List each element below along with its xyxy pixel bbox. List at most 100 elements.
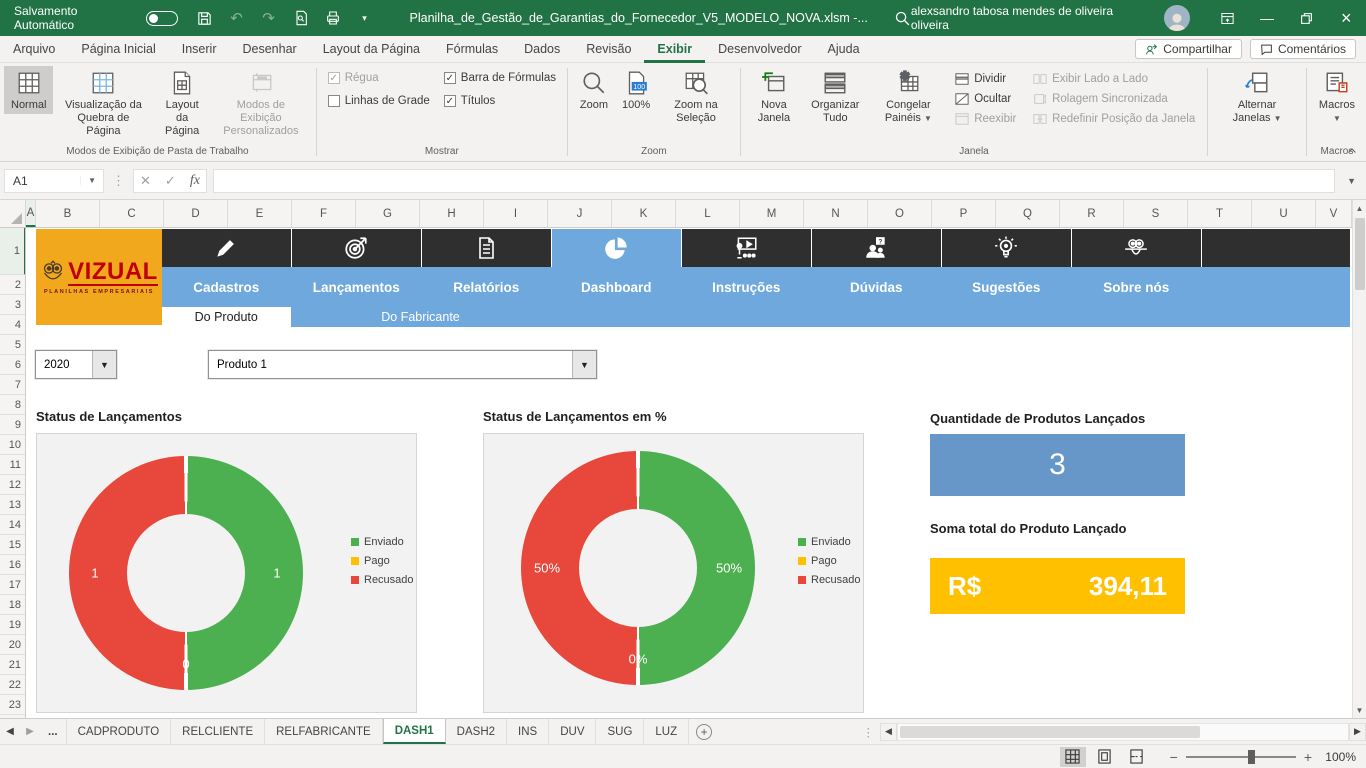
page-break-preview-button[interactable]: Visualização da Quebra de Página	[53, 66, 153, 140]
sheet-tab-cadproduto[interactable]: CADPRODUTO	[67, 719, 172, 744]
confirm-entry-icon[interactable]: ✓	[165, 173, 176, 189]
formula-bar-checkbox[interactable]: Barra de Fórmulas	[443, 72, 556, 84]
row-header-20[interactable]: 20	[0, 635, 25, 655]
tab-inserir[interactable]: Inserir	[169, 36, 230, 63]
headings-checkbox[interactable]: Títulos	[443, 95, 556, 107]
qat-customize-icon[interactable]: ▾	[356, 9, 374, 27]
row-header-16[interactable]: 16	[0, 555, 25, 575]
row-header-2[interactable]: 2	[0, 275, 25, 295]
tab-formulas[interactable]: Fórmulas	[433, 36, 511, 63]
subtab-do-fabricante[interactable]: Do Fabricante	[291, 307, 551, 327]
column-header-R[interactable]: R	[1060, 200, 1124, 227]
row-header-19[interactable]: 19	[0, 615, 25, 635]
column-header-D[interactable]: D	[164, 200, 228, 227]
page-break-status-icon[interactable]	[1124, 747, 1150, 767]
year-dropdown[interactable]: 2020 ▼	[35, 350, 117, 379]
search-icon[interactable]	[894, 10, 911, 27]
tab-desenvolvedor[interactable]: Desenvolvedor	[705, 36, 814, 63]
year-dropdown-arrow-icon[interactable]: ▼	[92, 351, 116, 378]
nav-relatorios[interactable]: Relatórios	[422, 267, 551, 307]
restore-button[interactable]	[1287, 0, 1327, 36]
column-header-G[interactable]: G	[356, 200, 420, 227]
column-header-E[interactable]: E	[228, 200, 292, 227]
formula-input[interactable]	[212, 168, 1336, 193]
nav-dashboard[interactable]: Dashboard	[552, 267, 681, 307]
row-header-5[interactable]: 5	[0, 335, 25, 355]
macros-button[interactable]: Macros ▼	[1312, 66, 1362, 127]
row-header-21[interactable]: 21	[0, 655, 25, 675]
ribbon-display-options-icon[interactable]	[1208, 0, 1248, 36]
row-header-3[interactable]: 3	[0, 295, 25, 315]
user-name[interactable]: alexsandro tabosa mendes de oliveira oli…	[911, 4, 1152, 32]
column-header-V[interactable]: V	[1316, 200, 1352, 227]
tab-arquivo[interactable]: Arquivo	[0, 36, 68, 63]
nav-icon-cadastros[interactable]	[162, 229, 291, 267]
row-header-4[interactable]: 4	[0, 315, 25, 335]
column-header-K[interactable]: K	[612, 200, 676, 227]
nav-lancamentos[interactable]: Lançamentos	[292, 267, 421, 307]
column-header-M[interactable]: M	[740, 200, 804, 227]
sheet-tab-relfabricante[interactable]: RELFABRICANTE	[265, 719, 383, 744]
zoom-thumb[interactable]	[1247, 749, 1255, 764]
column-header-C[interactable]: C	[100, 200, 164, 227]
vscroll-up-icon[interactable]: ▲	[1353, 200, 1366, 216]
row-header-15[interactable]: 15	[0, 535, 25, 555]
switch-windows-button[interactable]: Alternar Janelas ▼	[1213, 66, 1301, 127]
zoom-100-button[interactable]: 100 100%	[615, 66, 657, 114]
page-layout-status-icon[interactable]	[1092, 747, 1118, 767]
column-header-H[interactable]: H	[420, 200, 484, 227]
redo-icon[interactable]: ↷	[260, 9, 278, 27]
insert-function-icon[interactable]: fx	[190, 173, 200, 189]
nav-icon-lancamentos[interactable]	[292, 229, 421, 267]
product-dropdown-arrow-icon[interactable]: ▼	[572, 351, 596, 378]
row-header-18[interactable]: 18	[0, 595, 25, 615]
column-header-P[interactable]: P	[932, 200, 996, 227]
nav-cadastros[interactable]: Cadastros	[162, 267, 291, 307]
column-header-Q[interactable]: Q	[996, 200, 1060, 227]
tab-layout-da-pagina[interactable]: Layout da Página	[310, 36, 433, 63]
collapse-ribbon-icon[interactable]	[1346, 145, 1358, 157]
nav-instrucoes[interactable]: Instruções	[682, 267, 811, 307]
column-header-B[interactable]: B	[36, 200, 100, 227]
sheet-tab-ins[interactable]: INS	[507, 719, 550, 744]
row-header-22[interactable]: 22	[0, 675, 25, 695]
row-header-11[interactable]: 11	[0, 455, 25, 475]
view-side-by-side-button[interactable]: Exibir Lado a Lado	[1030, 71, 1198, 87]
hscroll-track[interactable]	[897, 722, 1349, 741]
sheet-tab-dash1[interactable]: DASH1	[382, 719, 446, 744]
print-preview-icon[interactable]	[292, 9, 310, 27]
page-layout-view-button[interactable]: Layout da Página	[153, 66, 210, 140]
zoom-to-selection-button[interactable]: Zoom na Seleção	[657, 66, 735, 127]
column-header-T[interactable]: T	[1188, 200, 1252, 227]
column-header-N[interactable]: N	[804, 200, 868, 227]
tab-desenhar[interactable]: Desenhar	[229, 36, 309, 63]
column-header-O[interactable]: O	[868, 200, 932, 227]
row-header-9[interactable]: 9	[0, 415, 25, 435]
product-dropdown[interactable]: Produto 1 ▼	[208, 350, 597, 379]
nav-icon-duvidas[interactable]: ?	[812, 229, 941, 267]
column-header-U[interactable]: U	[1252, 200, 1316, 227]
share-button[interactable]: Compartilhar	[1135, 39, 1242, 59]
hscroll-left-icon[interactable]: ◀	[880, 722, 897, 741]
select-all-corner[interactable]	[0, 200, 26, 227]
vscroll-thumb[interactable]	[1355, 218, 1365, 290]
normal-view-status-icon[interactable]	[1059, 746, 1086, 767]
minimize-button[interactable]: —	[1247, 0, 1287, 36]
unhide-button[interactable]: Reexibir	[952, 111, 1019, 127]
zoom-in-icon[interactable]: +	[1304, 749, 1312, 765]
column-header-J[interactable]: J	[548, 200, 612, 227]
zoom-percentage[interactable]: 100%	[1318, 750, 1356, 764]
tab-dados[interactable]: Dados	[511, 36, 573, 63]
tab-exibir[interactable]: Exibir	[644, 36, 706, 63]
sheet-tab-relcliente[interactable]: RELCLIENTE	[171, 719, 266, 744]
name-box-dropdown-icon[interactable]: ▼	[80, 176, 103, 185]
nav-sugestoes[interactable]: Sugestões	[942, 267, 1071, 307]
nav-duvidas[interactable]: Dúvidas	[812, 267, 941, 307]
hide-button[interactable]: Ocultar	[952, 91, 1019, 107]
undo-icon[interactable]: ↶	[228, 9, 246, 27]
nav-sobre-nos[interactable]: Sobre nós	[1072, 267, 1201, 307]
nav-icon-sugestoes[interactable]	[942, 229, 1071, 267]
reset-window-position-button[interactable]: Redefinir Posição da Janela	[1030, 111, 1198, 127]
column-header-I[interactable]: I	[484, 200, 548, 227]
sheet-tab-luz[interactable]: LUZ	[644, 719, 690, 744]
